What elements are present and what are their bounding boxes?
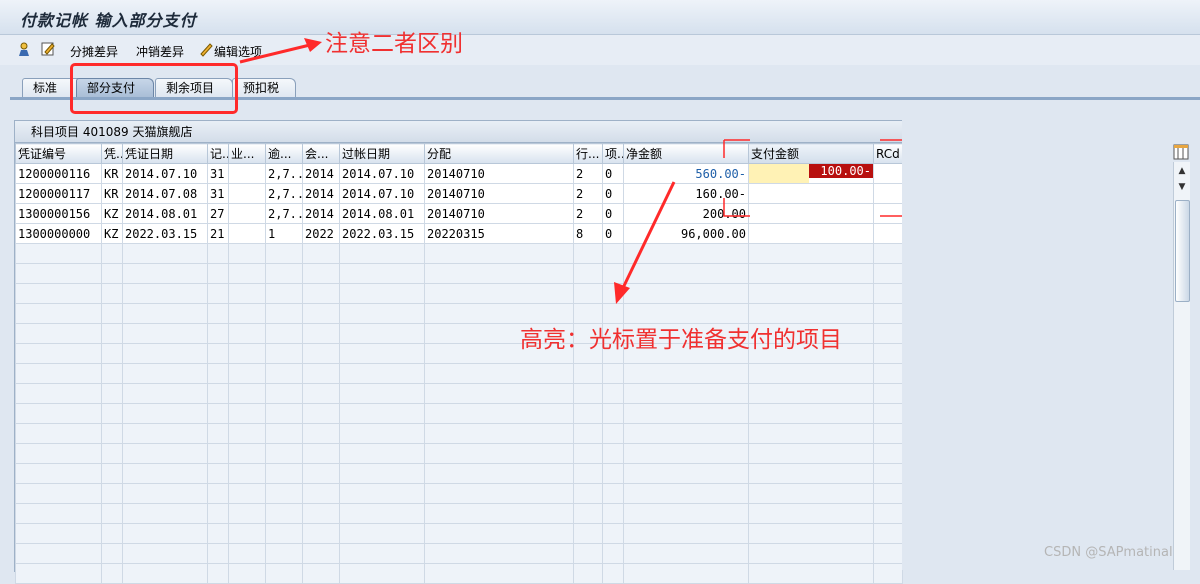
pencil-icon xyxy=(200,43,213,57)
cell-doc-type: KZ xyxy=(101,203,123,224)
window-title: 付款记帐 输入部分支付 xyxy=(20,11,197,30)
col-line[interactable]: 行... xyxy=(573,143,603,164)
empty-row xyxy=(15,563,903,584)
cell-assignment: 20140710 xyxy=(424,203,574,224)
scroll-up-icon[interactable]: ▲ xyxy=(1174,164,1190,178)
cell-rcd[interactable] xyxy=(873,223,903,244)
empty-row xyxy=(15,443,903,464)
cell-doc-date: 2014.07.10 xyxy=(122,163,208,184)
allocate-difference-button[interactable]: 分摊差异 xyxy=(70,43,118,60)
write-off-difference-button[interactable]: 冲销差异 xyxy=(136,43,184,60)
empty-row xyxy=(15,283,903,304)
empty-row xyxy=(15,423,903,444)
cell-doc-no: 1200000116 xyxy=(15,163,102,184)
col-item[interactable]: 项.. xyxy=(602,143,624,164)
col-doc-type[interactable]: 凭.. xyxy=(101,143,123,164)
cell-line: 2 xyxy=(573,183,603,204)
empty-row xyxy=(15,403,903,424)
cell-posting-key: 21 xyxy=(207,223,229,244)
cell-line: 8 xyxy=(573,223,603,244)
empty-row xyxy=(15,243,903,264)
col-assignment[interactable]: 分配 xyxy=(424,143,574,164)
cell-fiscal-year: 2014 xyxy=(302,183,340,204)
cell-doc-date: 2014.08.01 xyxy=(122,203,208,224)
watermark: CSDN @SAPmatinal xyxy=(1044,545,1173,560)
cell-assignment: 20220315 xyxy=(424,223,574,244)
cell-business-area xyxy=(228,183,266,204)
edit-document-icon[interactable] xyxy=(40,41,56,57)
cell-posting-date: 2014.07.10 xyxy=(339,163,425,184)
cell-payment-amount[interactable] xyxy=(748,223,874,244)
cell-posting-date: 2022.03.15 xyxy=(339,223,425,244)
cell-line: 2 xyxy=(573,163,603,184)
cell-posting-key: 31 xyxy=(207,183,229,204)
tab-withholding-tax[interactable]: 预扣税 xyxy=(232,78,296,97)
cell-business-area xyxy=(228,163,266,184)
cell-line: 2 xyxy=(573,203,603,224)
empty-row xyxy=(15,503,903,524)
col-doc-no[interactable]: 凭证编号 xyxy=(15,143,102,164)
empty-row xyxy=(15,383,903,404)
annotation-box xyxy=(70,63,238,114)
empty-row xyxy=(15,543,903,564)
cell-assignment: 20140710 xyxy=(424,163,574,184)
cell-overdue: 1 xyxy=(265,223,303,244)
scroll-down-icon[interactable]: ▼ xyxy=(1174,180,1190,194)
cell-doc-date: 2014.07.08 xyxy=(122,183,208,204)
cell-doc-type: KR xyxy=(101,183,123,204)
col-overdue[interactable]: 逾... xyxy=(265,143,303,164)
annotation-arrow-2 xyxy=(614,181,676,304)
empty-row xyxy=(15,523,903,544)
vertical-scrollbar[interactable]: ▲ ▼ xyxy=(1173,162,1190,570)
cell-doc-no: 1200000117 xyxy=(15,183,102,204)
person-icon[interactable] xyxy=(16,41,32,57)
cell-fiscal-year: 2022 xyxy=(302,223,340,244)
cell-posting-date: 2014.07.10 xyxy=(339,183,425,204)
cell-business-area xyxy=(228,223,266,244)
scroll-thumb[interactable] xyxy=(1175,200,1190,302)
cell-posting-date: 2014.08.01 xyxy=(339,203,425,224)
cell-fiscal-year: 2014 xyxy=(302,163,340,184)
annotation-note-1: 注意二者区别 xyxy=(325,31,463,57)
table-row[interactable]: 1300000000 KZ 2022.03.15 21 1 2022 2022.… xyxy=(15,223,903,244)
cell-posting-key: 27 xyxy=(207,203,229,224)
col-posting-key[interactable]: 记.. xyxy=(207,143,229,164)
cell-assignment: 20140710 xyxy=(424,183,574,204)
cell-doc-no: 1300000156 xyxy=(15,203,102,224)
cell-doc-date: 2022.03.15 xyxy=(122,223,208,244)
cell-fiscal-year: 2014 xyxy=(302,203,340,224)
cell-posting-key: 31 xyxy=(207,163,229,184)
column-settings-icon[interactable] xyxy=(1173,144,1189,160)
annotation-brackets xyxy=(723,139,905,217)
right-background xyxy=(902,120,1172,570)
cell-overdue: 2,7.. xyxy=(265,183,303,204)
empty-row xyxy=(15,263,903,284)
cell-overdue: 2,7.. xyxy=(265,163,303,184)
cell-business-area xyxy=(228,203,266,224)
title-bar: 付款记帐 输入部分支付 xyxy=(0,0,1200,35)
col-posting-date[interactable]: 过帐日期 xyxy=(339,143,425,164)
empty-row xyxy=(15,463,903,484)
annotation-arrow-1 xyxy=(239,38,322,64)
col-doc-date[interactable]: 凭证日期 xyxy=(122,143,208,164)
toolbar: 分摊差异 冲销差异 编辑选项 xyxy=(0,35,1200,65)
empty-row xyxy=(15,363,903,384)
cell-overdue: 2,7.. xyxy=(265,203,303,224)
col-fiscal-year[interactable]: 会... xyxy=(302,143,340,164)
cell-doc-no: 1300000000 xyxy=(15,223,102,244)
col-business-area[interactable]: 业... xyxy=(228,143,266,164)
cell-doc-type: KZ xyxy=(101,223,123,244)
annotation-note-2: 高亮：光标置于准备支付的项目 xyxy=(520,327,842,353)
cell-doc-type: KR xyxy=(101,163,123,184)
empty-row xyxy=(15,483,903,504)
